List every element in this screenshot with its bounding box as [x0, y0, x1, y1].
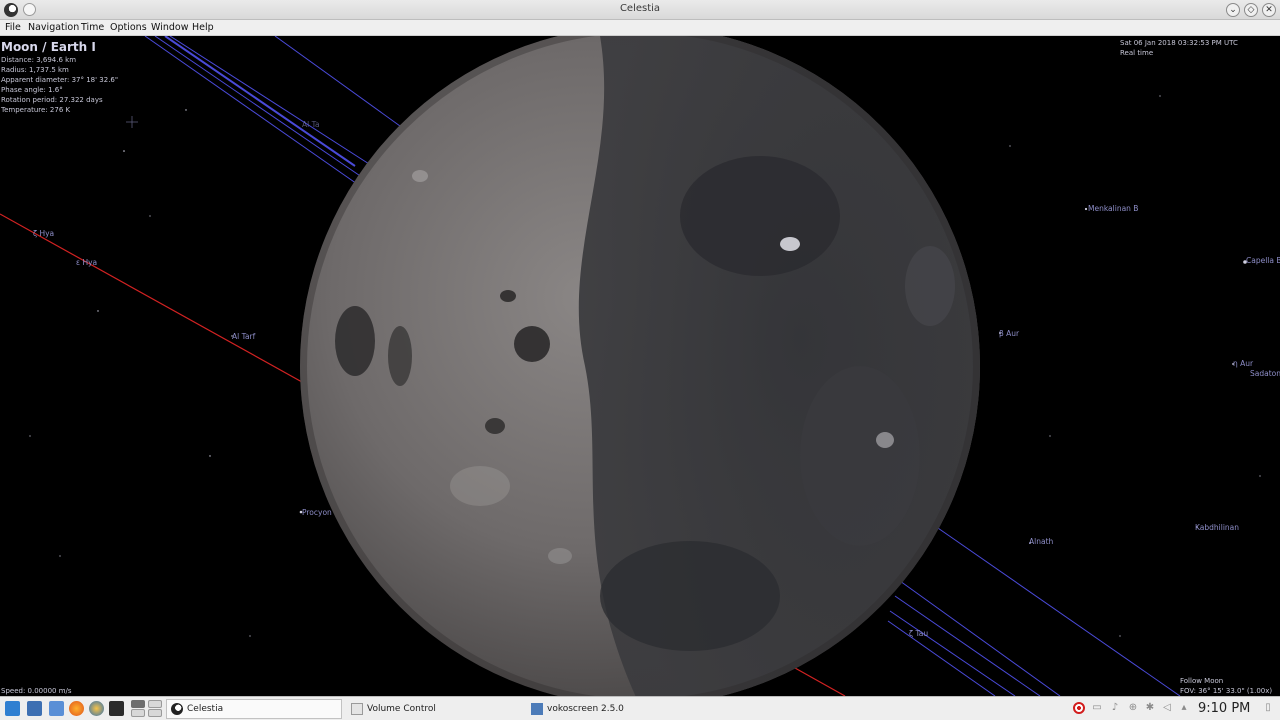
label-sadatoni[interactable]: Sadatoni	[1250, 369, 1280, 378]
file-manager-icon[interactable]	[27, 701, 42, 716]
desktop-2-icon[interactable]	[148, 700, 162, 708]
label-al-tarf[interactable]: Al Tarf	[232, 332, 255, 341]
kde-menu-icon[interactable]	[5, 701, 20, 716]
tray-expand-icon[interactable]: ▴	[1178, 702, 1190, 714]
thunderbird-icon[interactable]	[89, 701, 104, 716]
task-volume-control[interactable]: Volume Control	[346, 699, 522, 719]
window-titlebar: Celestia ⌄ ◇ ✕	[0, 0, 1280, 20]
terminal-icon[interactable]	[109, 701, 124, 716]
taskbar: Celestia Volume Control vokoscreen 2.5.0…	[0, 696, 1280, 720]
clock[interactable]: 9:10 PM	[1198, 701, 1250, 716]
network-icon[interactable]: ⊕	[1127, 702, 1139, 714]
selected-object-name: Moon / Earth I	[1, 40, 96, 54]
vokoscreen-task-icon	[531, 703, 543, 715]
task-celestia-label: Celestia	[187, 704, 224, 714]
show-desktop-icon[interactable]: ▯	[1262, 702, 1274, 714]
volume-control-task-icon	[351, 703, 363, 715]
label-beta-aur[interactable]: β Aur	[999, 329, 1019, 338]
info-apparent-diameter: Apparent diameter: 37° 18' 32.6"	[1, 76, 119, 84]
label-menkalinan-b[interactable]: Menkalinan B	[1088, 204, 1138, 213]
label-kabdhilinan[interactable]: Kabdhilinan	[1195, 523, 1239, 532]
fov-readout: FOV: 36° 15' 33.0" (1.00x)	[1180, 687, 1273, 695]
ecliptic-line	[0, 213, 303, 383]
desktop-1-icon[interactable]	[131, 700, 145, 708]
time-mode: Real time	[1120, 49, 1154, 57]
follow-mode: Follow Moon	[1180, 677, 1224, 685]
crosshair-marker	[126, 116, 138, 128]
info-phase-angle: Phase angle: 1.6°	[1, 86, 63, 94]
label-capella-b[interactable]: Capella B	[1246, 256, 1280, 265]
bluetooth-icon[interactable]: ✱	[1144, 702, 1156, 714]
menu-navigation[interactable]: Navigation	[28, 22, 79, 33]
celestia-task-icon	[171, 703, 183, 715]
menu-window[interactable]: Window	[151, 22, 188, 33]
label-epsilon-hya[interactable]: ε Hya	[76, 258, 97, 267]
space-scene	[0, 36, 1261, 696]
moon-sphere	[300, 36, 980, 696]
orbit-lines-lower	[887, 525, 1181, 696]
task-vokoscreen-label: vokoscreen 2.5.0	[547, 704, 624, 714]
info-radius: Radius: 1,737.5 km	[1, 66, 69, 74]
celestia-3d-view[interactable]: Moon / Earth I Distance: 3,694.6 km Radi…	[0, 36, 1280, 696]
desktop-4-icon[interactable]	[148, 709, 162, 717]
menu-time[interactable]: Time	[81, 22, 104, 33]
minimize-button[interactable]: ⌄	[1226, 3, 1240, 17]
notifications-icon[interactable]: ♪	[1109, 702, 1121, 714]
documents-icon[interactable]	[49, 701, 64, 716]
desktop-3-icon[interactable]	[131, 709, 145, 717]
firefox-icon[interactable]	[69, 701, 84, 716]
maximize-button[interactable]: ◇	[1244, 3, 1258, 17]
record-icon[interactable]	[1073, 702, 1085, 714]
close-button[interactable]: ✕	[1262, 3, 1276, 17]
menu-file[interactable]: File	[5, 22, 21, 33]
info-distance: Distance: 3,694.6 km	[1, 56, 77, 64]
display-icon[interactable]: ▭	[1091, 702, 1103, 714]
window-title: Celestia	[619, 3, 661, 14]
orbit-lines-upper	[144, 36, 401, 187]
menu-options[interactable]: Options	[110, 22, 147, 33]
task-volume-label: Volume Control	[367, 704, 436, 714]
label-zeta-tau[interactable]: ζ Tau	[909, 629, 928, 638]
task-celestia[interactable]: Celestia	[166, 699, 342, 719]
menu-bar: File Navigation Time Options Window Help	[0, 20, 1280, 36]
label-zeta-hya[interactable]: ζ Hya	[33, 229, 54, 238]
info-temperature: Temperature: 276 K	[1, 106, 71, 114]
label-upper-faint[interactable]: Al Ta	[302, 120, 320, 129]
menu-help[interactable]: Help	[192, 22, 214, 33]
speed-readout: Speed: 0.00000 m/s	[1, 687, 72, 695]
volume-icon[interactable]: ◁	[1161, 702, 1173, 714]
info-rotation-period: Rotation period: 27.322 days	[1, 96, 103, 104]
simulation-datetime: Sat 06 Jan 2018 03:32:53 PM UTC	[1120, 39, 1238, 47]
label-eta-aur[interactable]: η Aur	[1233, 359, 1253, 368]
label-alnath[interactable]: Alnath	[1029, 537, 1053, 546]
task-vokoscreen[interactable]: vokoscreen 2.5.0	[526, 699, 702, 719]
ecliptic-line-lower	[794, 667, 846, 696]
label-procyon[interactable]: Procyon	[302, 508, 332, 517]
